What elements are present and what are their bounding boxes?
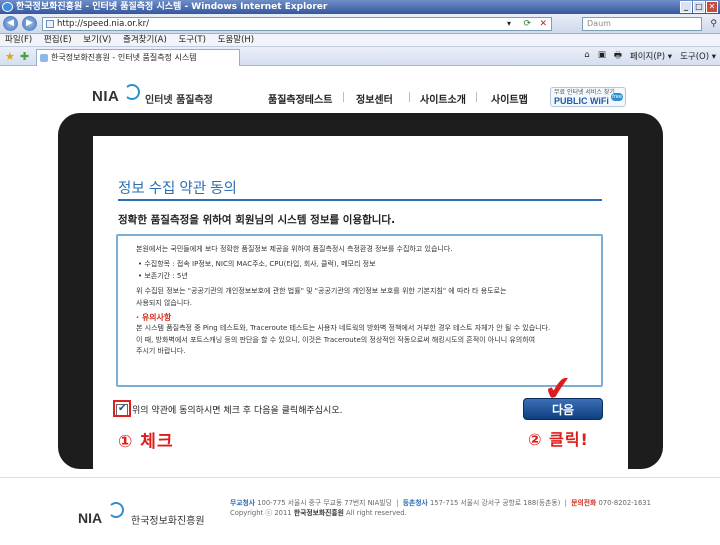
browser-tab[interactable]: 한국정보화진흥원 - 인터넷 품질측정 시스템 bbox=[36, 49, 240, 66]
search-icon[interactable]: ⚲ bbox=[710, 18, 717, 30]
address-url: http://speed.nia.or.kr/ bbox=[57, 19, 149, 29]
caution-line: 본 시스템 품질측정 중 Ping 테스트와, Traceroute 테스트는 … bbox=[136, 324, 551, 333]
search-placeholder: Daum bbox=[587, 19, 611, 28]
window-title: 한국정보화진흥원 - 인터넷 품질측정 시스템 - Windows Intern… bbox=[16, 2, 328, 12]
checkbox-highlight bbox=[113, 400, 131, 417]
annotation-click: ② 클릭! bbox=[528, 430, 589, 449]
menu-file[interactable]: 파일(F) bbox=[5, 35, 32, 45]
minimize-button[interactable]: _ bbox=[680, 1, 692, 13]
menu-view[interactable]: 보기(V) bbox=[83, 35, 111, 45]
footer-address-line: 무교청사 100-775 서울시 중구 무교동 77번지 NIA빌딩 | 등촌청… bbox=[230, 499, 651, 507]
site-logo-subtitle: 인터넷 품질측정 bbox=[145, 95, 213, 106]
terms-item-retention: • 보존기간 : 5년 bbox=[138, 271, 188, 280]
nav-info-center[interactable]: 정보센터 bbox=[356, 91, 393, 106]
annotation-check: ① 체크 bbox=[118, 432, 174, 452]
command-bar: ⌂ ▣ 🖶 페이지(P) ▾ 도구(O) ▾ bbox=[584, 50, 716, 64]
title-underline bbox=[118, 199, 602, 201]
address-dropdown-icon[interactable]: ▾ bbox=[507, 18, 511, 30]
site-logo[interactable]: NIA bbox=[92, 88, 119, 105]
terms-box: 본원에서는 국민들에게 보다 정확한 품질정보 제공을 위하여 품질측정시 측정… bbox=[116, 234, 603, 387]
wifi-free-badge: free bbox=[611, 93, 623, 101]
menu-bar: 파일(F) 편집(E) 보기(V) 즐겨찾기(A) 도구(T) 도움말(H) bbox=[0, 34, 720, 47]
footer-info: 무교청사 100-775 서울시 중구 무교동 77번지 NIA빌딩 | 등촌청… bbox=[230, 498, 651, 518]
nav-divider bbox=[476, 92, 477, 102]
terms-law-line: 위 수집된 정보는 "공공기관의 개인정보보호에 관한 법률" 및 "공공기관의… bbox=[136, 287, 507, 296]
wifi-banner-caption: 무료 인터넷 서비스 찾기 bbox=[554, 89, 615, 96]
footer-logo: NIA bbox=[78, 510, 103, 526]
navigation-bar: ◀ ▶ http://speed.nia.or.kr/ ▾ ⟳ ✕ Daum ⚲ bbox=[0, 14, 720, 34]
tab-favicon-icon bbox=[40, 54, 48, 62]
menu-tools[interactable]: 도구(T) bbox=[178, 35, 205, 45]
window-controls: _ □ ✕ bbox=[680, 1, 718, 13]
agree-row: 위의 약관에 동의하시면 체크 후 다음을 클릭해주십시오. bbox=[116, 403, 342, 416]
menu-help[interactable]: 도움말(H) bbox=[218, 35, 254, 45]
feeds-icon[interactable]: ▣ bbox=[598, 50, 606, 64]
nav-sitemap[interactable]: 사이트맵 bbox=[491, 91, 528, 106]
logo-swirl-icon bbox=[124, 84, 140, 100]
nav-divider bbox=[409, 92, 410, 102]
tools-menu-button[interactable]: 도구(O) ▾ bbox=[680, 50, 716, 64]
stop-icon[interactable]: ✕ bbox=[539, 18, 547, 30]
refresh-icon[interactable]: ⟳ bbox=[523, 18, 531, 30]
window-titlebar: 한국정보화진흥원 - 인터넷 품질측정 시스템 - Windows Intern… bbox=[0, 0, 720, 14]
footer-org-name: 한국정보화진흥원 bbox=[131, 516, 205, 527]
favorites-star-icon[interactable]: ★ bbox=[5, 50, 15, 63]
back-button[interactable]: ◀ bbox=[3, 16, 18, 31]
address-bar[interactable]: http://speed.nia.or.kr/ ▾ ⟳ ✕ bbox=[42, 17, 552, 31]
tab-title: 한국정보화진흥원 - 인터넷 품질측정 시스템 bbox=[51, 53, 197, 62]
search-input[interactable]: Daum ⚲ bbox=[582, 17, 717, 31]
terms-law-line: 사용되지 않습니다. bbox=[136, 298, 192, 307]
close-button[interactable]: ✕ bbox=[706, 1, 718, 13]
menu-edit[interactable]: 편집(E) bbox=[44, 35, 72, 45]
agree-label[interactable]: 위의 약관에 동의하시면 체크 후 다음을 클릭해주십시오. bbox=[132, 403, 342, 416]
terms-intro: 본원에서는 국민들에게 보다 정확한 품질정보 제공을 위하여 품질측정시 측정… bbox=[136, 245, 453, 253]
ie-icon bbox=[2, 2, 13, 12]
caution-line: 이 때, 방화벽에서 포트스캐닝 등의 판단을 할 수 있으니, 이것은 Tra… bbox=[136, 335, 536, 344]
footer-copyright: Copyright ⓒ 2011 한국정보화진흥원 All right rese… bbox=[230, 509, 407, 517]
terms-item-collected: • 수집항목 : 접속 IP정보, NIC의 MAC주소, CPU(타입, 회사… bbox=[138, 260, 376, 269]
add-favorite-icon[interactable]: ✚ bbox=[20, 50, 29, 63]
caution-line: 주시기 바랍니다. bbox=[136, 347, 186, 356]
print-icon[interactable]: 🖶 bbox=[614, 50, 622, 64]
red-check-mark-icon: ✔ bbox=[542, 367, 575, 411]
home-icon[interactable]: ⌂ bbox=[584, 50, 589, 64]
forward-button[interactable]: ▶ bbox=[22, 16, 37, 31]
maximize-button[interactable]: □ bbox=[693, 1, 705, 13]
page-title: 정보 수집 약관 동의 bbox=[118, 181, 237, 197]
footer-logo-swirl-icon bbox=[108, 502, 124, 518]
nav-site-intro[interactable]: 사이트소개 bbox=[420, 91, 466, 106]
favorites-bar: ★ ✚ 한국정보화진흥원 - 인터넷 품질측정 시스템 ⌂ ▣ 🖶 페이지(P)… bbox=[0, 47, 720, 66]
public-wifi-banner[interactable]: 무료 인터넷 서비스 찾기 PUBLIC WiFi free bbox=[550, 87, 626, 107]
page-menu-button[interactable]: 페이지(P) ▾ bbox=[630, 50, 672, 64]
page-icon bbox=[46, 20, 54, 28]
nav-quality-test[interactable]: 품질측정테스트 bbox=[268, 91, 332, 106]
page-subtitle: 정확한 품질측정을 위하여 회원님의 시스템 정보를 이용합니다. bbox=[118, 214, 396, 226]
web-page: NIA 인터넷 품질측정 품질측정테스트 정보센터 사이트소개 사이트맵 무료 … bbox=[0, 66, 720, 545]
caution-heading: · 유의사항 bbox=[136, 313, 172, 323]
footer-divider bbox=[0, 477, 720, 478]
nav-divider bbox=[343, 92, 344, 102]
menu-favorites[interactable]: 즐겨찾기(A) bbox=[123, 35, 167, 45]
